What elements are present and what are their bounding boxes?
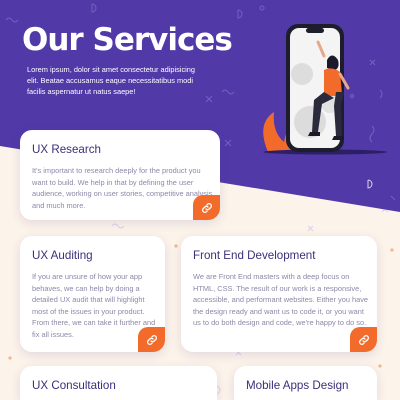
card-title: UX Consultation	[32, 379, 116, 392]
card-title: Mobile Apps Design	[246, 379, 349, 392]
card-description: It's important to research deeply for th…	[32, 166, 213, 210]
card-link-button[interactable]	[138, 327, 165, 352]
phone-illustration	[263, 24, 387, 155]
page-title: Our Services	[22, 22, 233, 58]
link-icon	[146, 334, 157, 345]
service-card-mobile-apps-design: Mobile Apps Design	[234, 366, 377, 400]
card-link-button[interactable]	[350, 327, 377, 352]
link-icon	[201, 202, 212, 213]
card-title: UX Research	[32, 143, 101, 156]
card-description: We are Front End masters with a deep foc…	[193, 272, 369, 328]
card-title: Front End Development	[193, 249, 316, 262]
card-link-button[interactable]	[193, 195, 220, 220]
service-card-ux-consultation: UX Consultation	[20, 366, 217, 400]
hero-description: Lorem ipsum, dolor sit amet consectetur …	[27, 65, 196, 96]
service-card-front-end-development: Front End Development We are Front End m…	[181, 236, 377, 352]
service-card-ux-auditing: UX Auditing If you are unsure of how you…	[20, 236, 165, 352]
card-description: If you are unsure of how your app behave…	[32, 272, 156, 339]
service-card-ux-research: UX Research It's important to research d…	[20, 130, 220, 220]
link-icon	[358, 334, 369, 345]
card-title: UX Auditing	[32, 249, 93, 262]
